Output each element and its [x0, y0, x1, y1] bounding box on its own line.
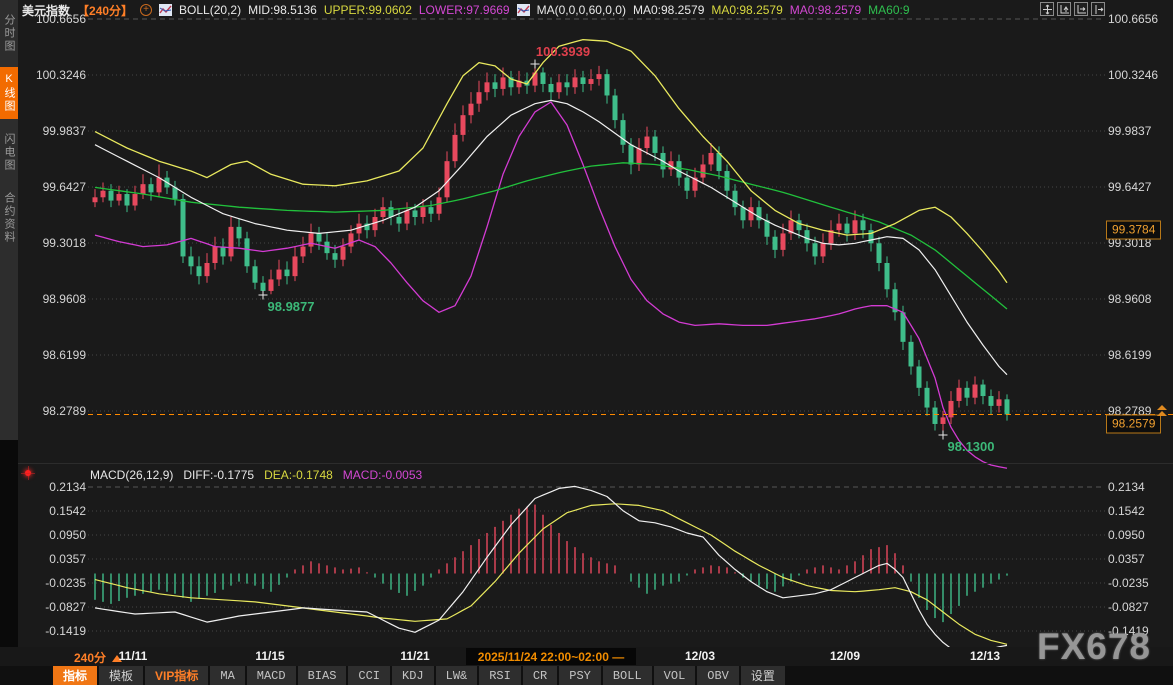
macd-title: MACD(26,12,9)	[90, 468, 173, 482]
y-axis-label-right: 100.6656	[1108, 12, 1170, 26]
boll-lower-value: LOWER:97.9669	[419, 3, 510, 17]
y-axis-label-left: 98.9608	[28, 292, 86, 306]
indicator-button-cr[interactable]: CR	[523, 666, 557, 685]
macd-y-axis-label-left: -0.1419	[28, 624, 86, 638]
macd-y-axis-label-left: 0.0357	[28, 552, 86, 566]
boll-label: BOLL(20,2)	[179, 3, 241, 17]
macd-header: MACD(26,12,9) DIFF:-0.1775 DEA:-0.1748 M…	[90, 468, 422, 482]
indicator-button-psy[interactable]: PSY	[559, 666, 601, 685]
macd-y-axis-label-right: 0.0357	[1108, 552, 1170, 566]
indicator-button-vol[interactable]: VOL	[654, 666, 696, 685]
pane-divider	[18, 463, 1173, 464]
y-axis-label-right: 98.6199	[1108, 348, 1170, 362]
indicator-button-macd[interactable]: MACD	[247, 666, 296, 685]
macd-y-axis-label-right: 0.1542	[1108, 504, 1170, 518]
macd-y-axis-label-left: -0.0235	[28, 576, 86, 590]
period-selector[interactable]: 240分	[74, 649, 122, 666]
sidebar-item-kline[interactable]: K线图	[0, 67, 18, 119]
x-axis-date-label: 12/09	[830, 649, 860, 663]
period-badge[interactable]: 【240分】	[77, 2, 133, 19]
price-up-arrows-icon	[1157, 405, 1167, 417]
tab-vip-indicators[interactable]: VIP指标	[145, 666, 208, 685]
y-axis-label-right: 99.6427	[1108, 180, 1170, 194]
x-axis-date-label: 11/11	[119, 649, 148, 663]
macd-y-axis-label-right: -0.0235	[1108, 576, 1170, 590]
price-badge: 99.3784	[1106, 221, 1161, 240]
boll-mid-value: MID:98.5136	[248, 3, 317, 17]
chart-window: 分时图 K线图 闪电图 合约资料 美元指数 【240分】 + BOLL(20,2…	[0, 0, 1173, 685]
macd-y-axis-label-left: 0.0950	[28, 528, 86, 542]
y-axis-label-right: 98.9608	[1108, 292, 1170, 306]
indicator-toolbar: 指标 模板 VIP指标 MAMACDBIASCCIKDJLW&RSICRPSYB…	[0, 666, 1173, 685]
x-axis-date-label: 12/13	[970, 649, 1000, 663]
scale-y-icon[interactable]	[1057, 2, 1071, 16]
sidebar-item-timeline[interactable]: 分时图	[0, 8, 18, 59]
indicator-button-boll[interactable]: BOLL	[603, 666, 652, 685]
extreme-cross-marker	[939, 431, 948, 440]
indicator-button-kdj[interactable]: KDJ	[392, 666, 434, 685]
x-axis-date-label: 12/03	[685, 649, 715, 663]
pan-move-icon[interactable]	[1040, 2, 1054, 16]
y-axis-label-left: 98.6199	[28, 348, 86, 362]
price-chart-canvas[interactable]	[0, 0, 1173, 647]
price-annotation: 98.9877	[268, 299, 315, 314]
chart-header: 美元指数 【240分】 + BOLL(20,2) MID:98.5136 UPP…	[22, 1, 1032, 19]
alert-dot-icon	[22, 467, 34, 479]
ma-indicator-icon[interactable]	[517, 4, 530, 16]
y-axis-label-left: 99.6427	[28, 180, 86, 194]
indicator-button-[interactable]: 设置	[741, 666, 785, 685]
selected-time-readout: 2025/11/24 22:00~02:00 —	[466, 648, 636, 665]
macd-y-axis-label-left: 0.2134	[28, 480, 86, 494]
macd-y-axis-label-right: 0.0950	[1108, 528, 1170, 542]
macd-macd-value: MACD:-0.0053	[343, 468, 422, 482]
price-annotation: 100.3939	[536, 44, 590, 59]
tab-templates[interactable]: 模板	[99, 666, 143, 685]
y-axis-label-left: 100.3246	[28, 68, 86, 82]
price-annotation: 98.1300	[948, 439, 995, 454]
y-axis-label-left: 99.9837	[28, 124, 86, 138]
watermark-logo: FX678	[1037, 626, 1151, 668]
target-circle-icon[interactable]: +	[140, 4, 152, 16]
boll-indicator-icon[interactable]	[159, 4, 172, 16]
boll-upper-value: UPPER:99.0602	[324, 3, 412, 17]
macd-y-axis-label-left: 0.1542	[28, 504, 86, 518]
indicator-button-bias[interactable]: BIAS	[298, 666, 347, 685]
y-axis-label-left: 98.2789	[28, 404, 86, 418]
x-axis-date-label: 11/15	[255, 649, 284, 663]
indicator-button-ma[interactable]: MA	[210, 666, 244, 685]
macd-diff-value: DIFF:-0.1775	[183, 468, 254, 482]
macd-y-axis-label-right: 0.2134	[1108, 480, 1170, 494]
scale-x-icon[interactable]	[1074, 2, 1088, 16]
chart-svg	[0, 0, 1173, 647]
window-controls	[1040, 2, 1105, 16]
ma0-value-2: MA0:98.2579	[711, 3, 782, 17]
sidebar-item-contract-info[interactable]: 合约资料	[0, 186, 18, 250]
price-badge: 98.2579	[1106, 415, 1161, 434]
x-axis-row: 240分 2025/11/24 22:00~02:00 — 11/11 11/15…	[0, 647, 1173, 666]
indicator-button-obv[interactable]: OBV	[697, 666, 739, 685]
y-axis-label-right: 99.9837	[1108, 124, 1170, 138]
macd-dea-value: DEA:-0.1748	[264, 468, 333, 482]
ma60-value: MA60:9	[868, 3, 909, 17]
x-axis-date-label: 11/21	[400, 649, 429, 663]
sidebar: 分时图 K线图 闪电图 合约资料	[0, 0, 18, 440]
y-axis-label-right: 100.3246	[1108, 68, 1170, 82]
extreme-cross-marker	[531, 59, 540, 68]
macd-y-axis-label-left: -0.0827	[28, 600, 86, 614]
indicator-button-cci[interactable]: CCI	[348, 666, 390, 685]
symbol-title: 美元指数	[22, 2, 70, 19]
tab-indicators[interactable]: 指标	[53, 666, 97, 685]
indicator-button-rsi[interactable]: RSI	[479, 666, 521, 685]
exit-panel-icon[interactable]	[1091, 2, 1105, 16]
y-axis-label-left: 99.3018	[28, 236, 86, 250]
extreme-cross-marker	[259, 290, 268, 299]
ma-label: MA(0,0,0,60,0,0)	[537, 3, 626, 17]
indicator-button-lw[interactable]: LW&	[436, 666, 478, 685]
sidebar-item-flash[interactable]: 闪电图	[0, 127, 18, 178]
macd-y-axis-label-right: -0.0827	[1108, 600, 1170, 614]
ma0-value-3: MA0:98.2579	[790, 3, 861, 17]
ma0-value-1: MA0:98.2579	[633, 3, 704, 17]
